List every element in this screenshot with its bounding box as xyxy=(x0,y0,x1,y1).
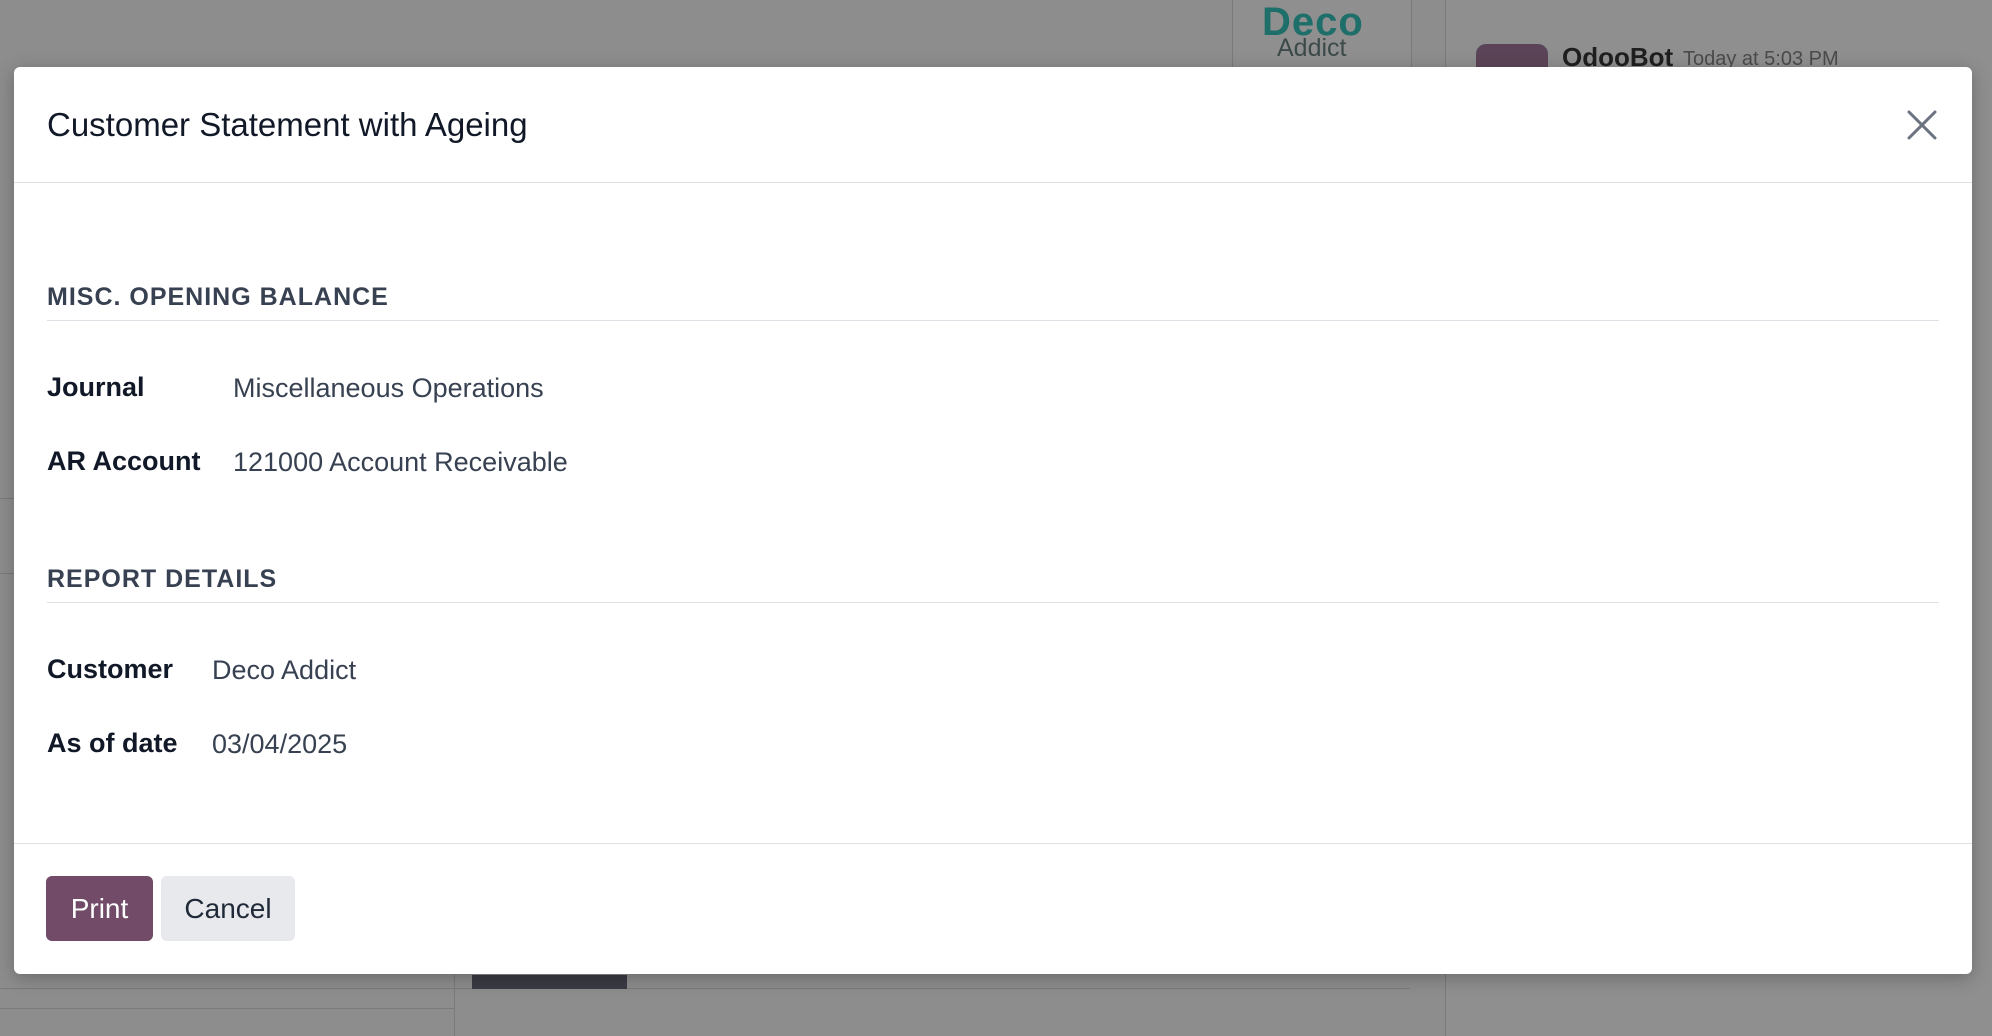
cancel-button[interactable]: Cancel xyxy=(161,876,295,941)
field-label-customer: Customer xyxy=(47,654,174,684)
background-photo xyxy=(472,975,627,989)
close-icon xyxy=(1907,110,1937,140)
field-value-journal[interactable]: Miscellaneous Operations xyxy=(233,373,544,404)
background-divider xyxy=(0,988,1410,989)
field-label-journal: Journal xyxy=(47,372,145,402)
field-value-customer[interactable]: Deco Addict xyxy=(212,655,356,686)
background-divider xyxy=(0,1008,454,1009)
background-divider xyxy=(0,498,14,499)
background-divider xyxy=(0,573,14,574)
field-label-ar-account: AR Account xyxy=(47,446,201,476)
field-value-as-of-date[interactable]: 03/04/2025 xyxy=(212,729,347,760)
print-button[interactable]: Print xyxy=(46,876,153,941)
close-button[interactable] xyxy=(1902,105,1942,145)
field-value-ar-account[interactable]: 121000 Account Receivable xyxy=(233,447,568,478)
customer-statement-dialog: Customer Statement with Ageing MISC. OPE… xyxy=(14,67,1972,974)
field-label-as-of-date: As of date xyxy=(47,728,178,758)
background-divider xyxy=(454,974,455,1036)
dialog-title: Customer Statement with Ageing xyxy=(47,105,528,143)
background-logo-subtitle: Addict xyxy=(1277,34,1347,62)
dialog-footer: Print Cancel xyxy=(14,843,1972,974)
section-title-opening-balance: MISC. OPENING BALANCE xyxy=(47,283,1939,321)
section-title-report-details: REPORT DETAILS xyxy=(47,565,1939,603)
dialog-header: Customer Statement with Ageing xyxy=(14,67,1972,183)
